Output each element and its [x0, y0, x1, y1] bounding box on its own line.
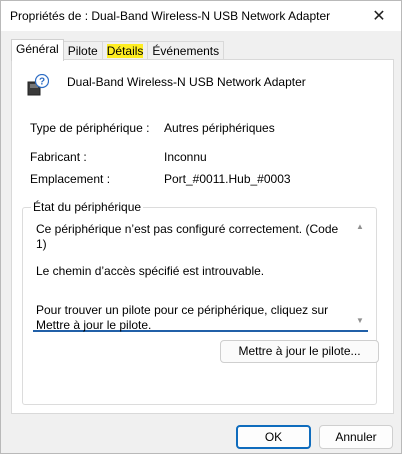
- device-name: Dual-Band Wireless-N USB Network Adapter: [67, 75, 306, 89]
- window-title: Propriétés de : Dual-Band Wireless-N USB…: [10, 9, 331, 23]
- location-label: Emplacement :: [30, 172, 111, 186]
- close-icon: ✕: [372, 8, 386, 25]
- ok-button[interactable]: OK: [236, 425, 311, 449]
- scroll-up-icon[interactable]: ▲: [352, 220, 368, 234]
- status-scrollbar[interactable]: ▲ ▼: [352, 218, 368, 330]
- device-status-textbox[interactable]: Ce périphérique n’est pas configuré corr…: [33, 218, 368, 332]
- tab-strip: Général Pilote Détails Événements: [11, 39, 225, 61]
- scroll-down-icon[interactable]: ▼: [352, 314, 368, 328]
- device-status-group: État du périphérique Ce périphérique n’e…: [22, 200, 379, 405]
- tab-details[interactable]: Détails: [101, 41, 149, 61]
- svg-text:?: ?: [39, 77, 45, 88]
- close-button[interactable]: ✕: [357, 1, 401, 31]
- tab-general[interactable]: Général: [11, 39, 64, 61]
- general-tab-panel: ? Dual-Band Wireless-N USB Network Adapt…: [11, 59, 394, 414]
- manufacturer-label: Fabricant :: [30, 150, 87, 164]
- properties-dialog: Propriétés de : Dual-Band Wireless-N USB…: [0, 0, 402, 454]
- update-driver-button[interactable]: Mettre à jour le pilote...: [220, 340, 379, 363]
- device-type-label: Type de périphérique :: [30, 121, 150, 135]
- cancel-button[interactable]: Annuler: [319, 425, 393, 449]
- device-status-label: État du périphérique: [31, 200, 144, 214]
- tab-driver[interactable]: Pilote: [62, 41, 103, 61]
- manufacturer-value: Inconnu: [164, 150, 207, 164]
- tab-events[interactable]: Événements: [147, 41, 225, 61]
- location-value: Port_#0011.Hub_#0003: [164, 172, 291, 186]
- device-status-text: Ce périphérique n’est pas configuré corr…: [36, 222, 339, 332]
- title-bar: Propriétés de : Dual-Band Wireless-N USB…: [1, 1, 401, 31]
- device-type-value: Autres périphériques: [164, 121, 275, 135]
- unknown-device-icon: ?: [27, 73, 50, 96]
